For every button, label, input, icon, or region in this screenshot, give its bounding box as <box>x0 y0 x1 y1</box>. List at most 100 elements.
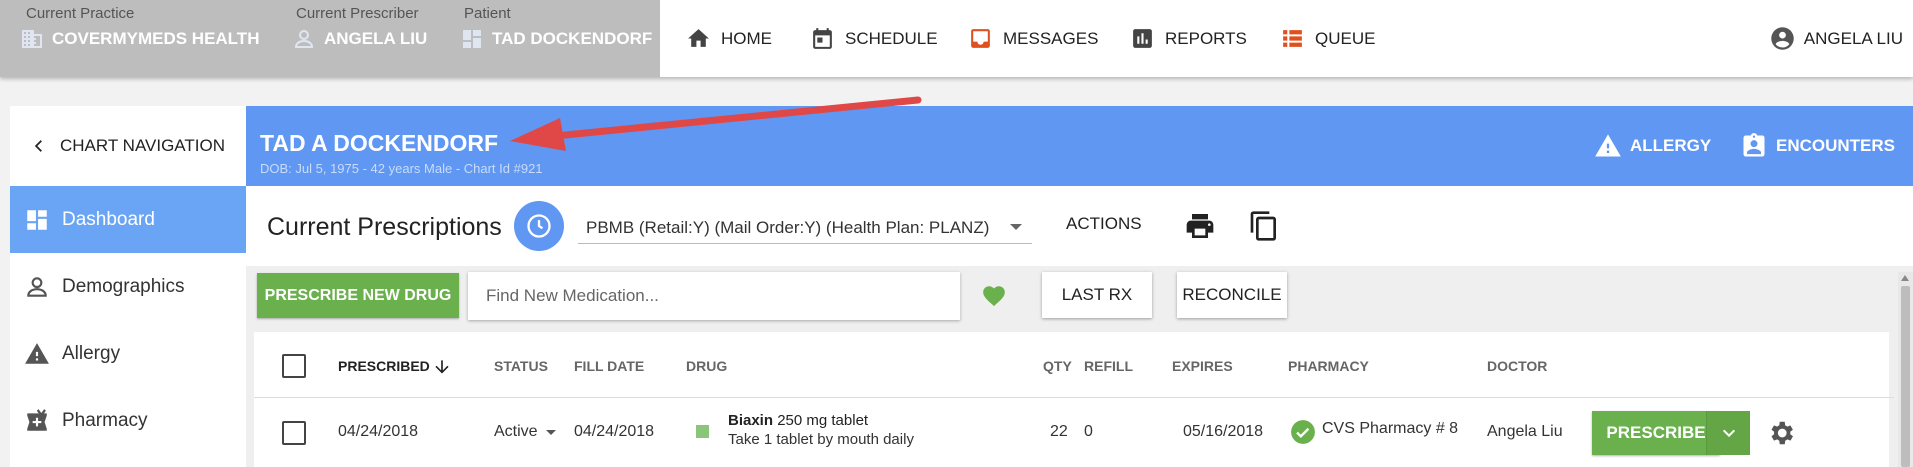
current-practice-label: Current Practice <box>26 5 135 22</box>
chevron-left-icon <box>34 140 42 152</box>
column-header-drug: DRUG <box>686 358 728 374</box>
column-header-pharmacy: PHARMACY <box>1288 358 1369 374</box>
patient-full-name: TAD A DOCKENDORF <box>260 130 499 156</box>
chart-navigation-toggle[interactable]: CHART NAVIGATION <box>10 106 246 186</box>
sidebar-item-label: Allergy <box>62 342 121 364</box>
dashboard-icon <box>463 30 481 48</box>
prescriber-name: ANGELA LIU <box>324 29 428 48</box>
nav-schedule[interactable]: SCHEDULE <box>810 0 938 77</box>
nav-messages[interactable]: MESSAGES <box>968 0 1098 77</box>
sidebar-item-allergy[interactable]: Allergy <box>10 320 246 387</box>
arrow-down-icon[interactable] <box>432 356 452 378</box>
allergy-button-label: ALLERGY <box>1630 136 1712 155</box>
person-icon <box>294 29 314 48</box>
drug-title[interactable]: Biaxin 250 mg tablet <box>728 412 868 429</box>
patient-details: DOB: Jul 5, 1975 - 42 years Male - Chart… <box>260 161 543 176</box>
patient-label: Patient <box>464 5 511 22</box>
vertical-scrollbar[interactable] <box>1898 272 1913 467</box>
encounters-button[interactable]: ENCOUNTERS <box>1740 106 1895 186</box>
current-prescriber-value: ANGELA LIU <box>292 27 427 51</box>
prescribed-date: 04/24/2018 <box>338 423 419 440</box>
list-icon <box>1283 30 1302 47</box>
nav-queue-label: QUEUE <box>1315 28 1376 48</box>
current-prescriber-label: Current Prescriber <box>296 5 419 22</box>
column-header-prescribed[interactable]: PRESCRIBED <box>338 358 430 374</box>
doctor-name: Angela Liu <box>1487 423 1563 440</box>
nav-messages-label: MESSAGES <box>1003 28 1099 48</box>
inbox-icon <box>971 29 990 48</box>
current-prescriptions-title: Current Prescriptions <box>267 213 502 241</box>
nav-home-label: HOME <box>721 28 772 48</box>
nav-schedule-label: SCHEDULE <box>845 28 938 48</box>
prescribe-button[interactable]: PRESCRIBE <box>1592 411 1720 455</box>
gear-icon[interactable] <box>1766 418 1796 448</box>
quantity: 22 <box>1050 423 1068 440</box>
status-value: Active <box>494 423 538 440</box>
chevron-down-icon <box>545 429 556 435</box>
user-menu[interactable]: ANGELA LIU <box>1769 0 1903 77</box>
nav-reports-label: REPORTS <box>1165 28 1247 48</box>
history-button[interactable] <box>514 201 564 251</box>
chart-navigation-label: CHART NAVIGATION <box>60 136 225 155</box>
sidebar-item-pharmacy[interactable]: Pharmacy <box>10 387 246 454</box>
column-header-fill-date: FILL DATE <box>574 358 645 374</box>
actions-button[interactable]: ACTIONS <box>1066 214 1142 234</box>
column-header-label: PRESCRIBED <box>338 358 430 374</box>
row-checkbox[interactable] <box>282 421 306 445</box>
pharmacy-name: CVS Pharmacy # 8 <box>1322 420 1459 437</box>
current-practice-value: COVERMYMEDS HEALTH <box>20 27 259 51</box>
building-icon <box>22 30 42 48</box>
dashboard-icon <box>27 209 47 230</box>
refill: 0 <box>1084 423 1093 440</box>
last-rx-button[interactable]: LAST RX <box>1042 272 1152 318</box>
warning-icon <box>25 342 49 364</box>
select-all-checkbox[interactable] <box>282 354 306 378</box>
print-icon[interactable] <box>1184 210 1216 242</box>
health-plan-value: PBMB (Retail:Y) (Mail Order:Y) (Health P… <box>586 217 990 237</box>
fill-date: 04/24/2018 <box>574 423 655 440</box>
sidebar-item-dashboard[interactable]: Dashboard <box>10 186 246 253</box>
status-select[interactable]: Active <box>494 423 556 441</box>
nav-home[interactable]: HOME <box>686 0 772 77</box>
allergy-button[interactable]: ALLERGY <box>1594 106 1711 186</box>
prescribe-options-dropdown[interactable] <box>1706 411 1750 455</box>
patient-header: TAD A DOCKENDORF DOB: Jul 5, 1975 - 42 y… <box>246 106 1913 186</box>
copy-icon[interactable] <box>1248 210 1280 242</box>
check-circle-icon <box>1291 420 1315 444</box>
heart-icon[interactable] <box>980 283 1008 309</box>
sidebar-item-label: Pharmacy <box>62 409 148 431</box>
patient-name: TAD DOCKENDORF <box>492 29 653 48</box>
clock-icon <box>527 214 551 238</box>
scrollbar-thumb[interactable] <box>1901 286 1910 467</box>
drug-name: Biaxin <box>728 412 774 429</box>
patient-value: TAD DOCKENDORF <box>460 27 652 51</box>
reconcile-button[interactable]: RECONCILE <box>1177 272 1287 318</box>
expires-date: 05/16/2018 <box>1183 423 1264 440</box>
chevron-down-icon <box>1722 429 1735 438</box>
warning-icon <box>1595 134 1621 157</box>
sidebar-item-label: Dashboard <box>62 208 155 230</box>
nav-reports[interactable]: REPORTS <box>1130 0 1247 77</box>
column-header-doctor: DOCTOR <box>1487 358 1548 374</box>
drug-strength: 250 mg tablet <box>777 412 869 429</box>
column-header-status: STATUS <box>494 358 548 374</box>
top-bar: Current Practice COVERMYMEDS HEALTH Curr… <box>0 0 1913 77</box>
chart-navigation-sidebar: CHART NAVIGATION Dashboard Demographics … <box>10 106 246 467</box>
health-plan-select[interactable]: PBMB (Retail:Y) (Mail Order:Y) (Health P… <box>578 212 1032 244</box>
drug-status-indicator <box>696 425 709 438</box>
home-icon <box>688 29 709 47</box>
prescribe-new-drug-button[interactable]: PRESCRIBE NEW DRUG <box>257 273 459 318</box>
encounters-button-label: ENCOUNTERS <box>1776 136 1896 155</box>
sidebar-item-label: Demographics <box>62 275 185 297</box>
nav-queue[interactable]: QUEUE <box>1280 0 1375 77</box>
account-circle-icon <box>1771 27 1794 50</box>
bar-chart-icon <box>1133 29 1152 48</box>
scroll-up-arrow[interactable] <box>1901 275 1909 281</box>
column-header-expires: EXPIRES <box>1172 358 1233 374</box>
clipboard-person-icon <box>1743 133 1765 157</box>
find-medication-input[interactable] <box>468 272 960 320</box>
sidebar-item-demographics[interactable]: Demographics <box>10 253 246 320</box>
column-header-refill: REFILL <box>1084 358 1133 374</box>
context-panel: Current Practice COVERMYMEDS HEALTH Curr… <box>0 0 660 77</box>
person-icon <box>27 276 47 297</box>
